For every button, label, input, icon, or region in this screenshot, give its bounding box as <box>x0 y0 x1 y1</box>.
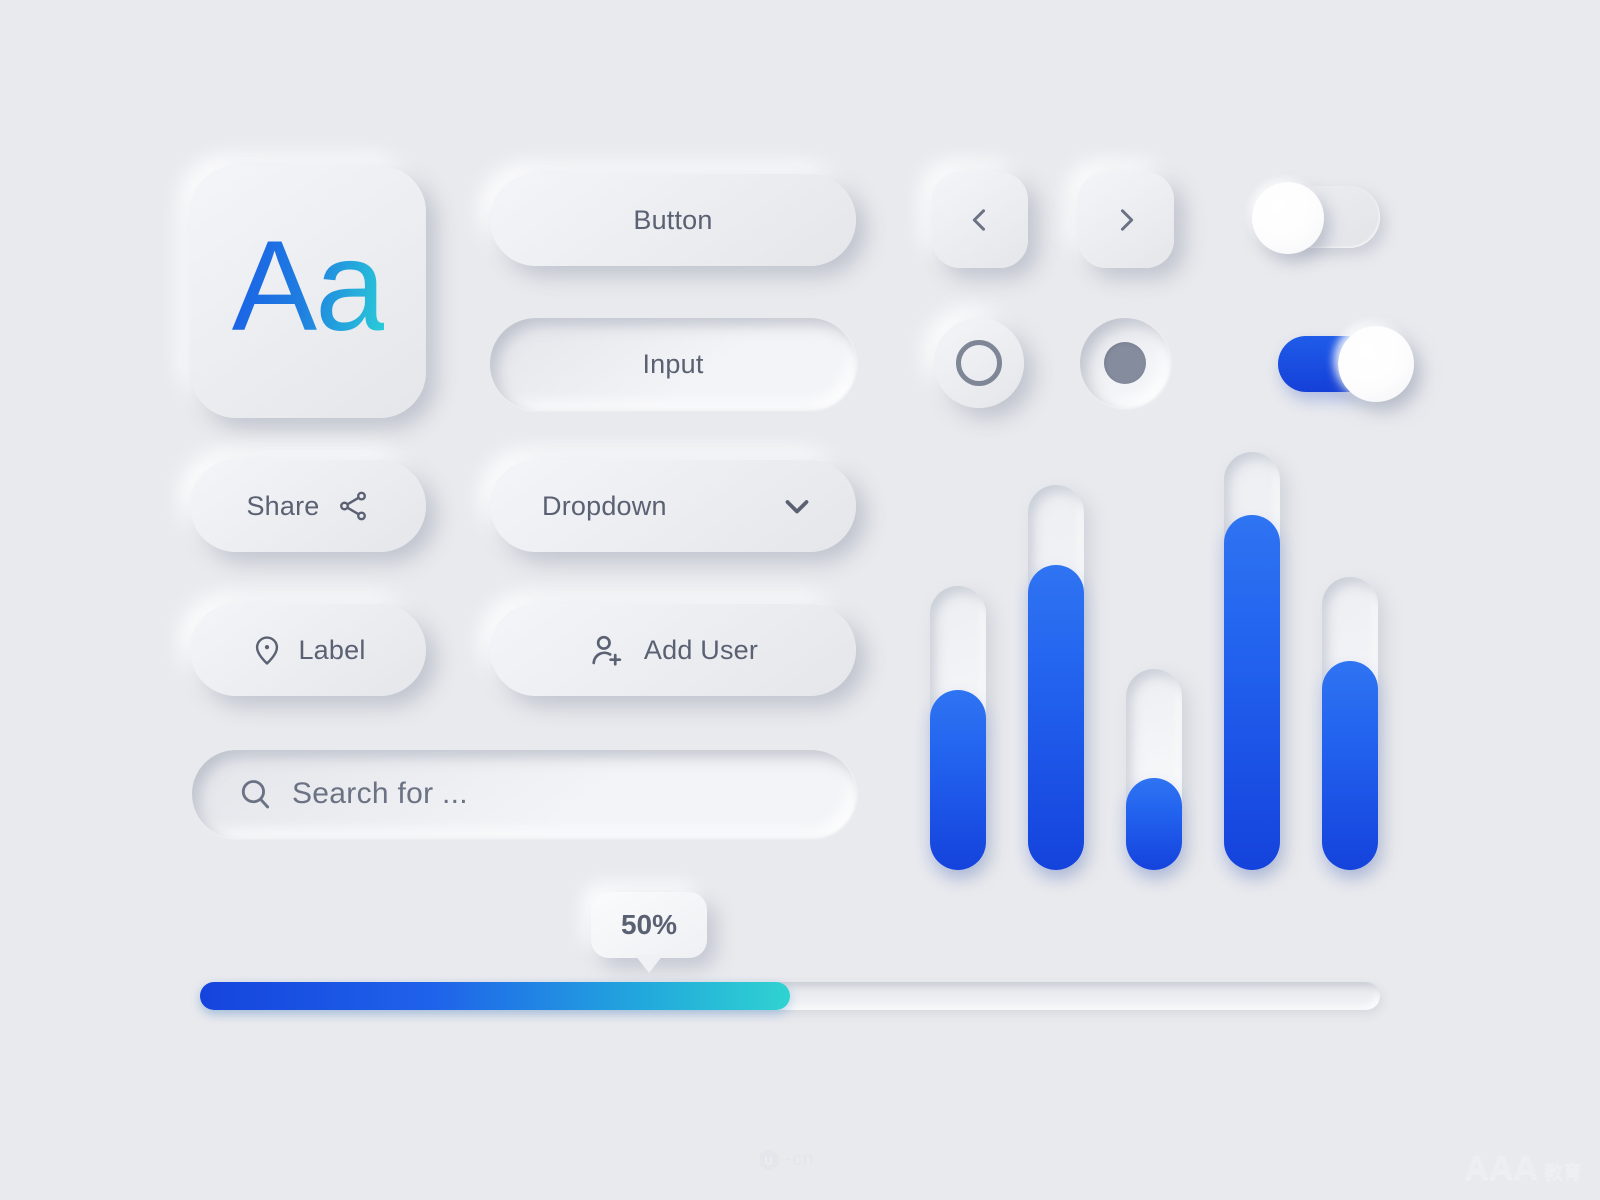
chevron-left-icon <box>963 203 997 237</box>
search-input[interactable]: Search for ... <box>192 750 856 838</box>
bar-chart-bar[interactable] <box>1322 577 1378 870</box>
bar-chart-bar[interactable] <box>1126 669 1182 870</box>
chevron-right-icon <box>1109 203 1143 237</box>
watermark-center-text: -cn <box>785 1149 815 1170</box>
label-button-label: Label <box>298 634 366 665</box>
toggle-knob[interactable] <box>1252 182 1324 254</box>
watermark-center: U -cn <box>758 1148 814 1172</box>
add-user-button-label: Add User <box>643 634 759 665</box>
progress-slider-track[interactable] <box>200 982 1380 1010</box>
bar-chart-bar[interactable] <box>930 585 986 870</box>
toggle-switch-off[interactable] <box>1252 182 1380 254</box>
label-button[interactable]: Label <box>190 604 426 696</box>
share-button[interactable]: Share <box>190 460 426 552</box>
progress-value-label: 50% <box>620 909 678 940</box>
bar-fill <box>1224 514 1280 870</box>
chevron-down-icon[interactable] <box>778 487 816 525</box>
text-input-value: Input <box>642 348 704 379</box>
share-network-icon <box>336 489 370 523</box>
hexagon-logo-icon: U <box>759 1149 779 1171</box>
radio-button-selected[interactable] <box>1080 318 1170 408</box>
magnifier-icon <box>236 775 274 813</box>
primary-button[interactable]: Button <box>490 174 856 266</box>
svg-text:U: U <box>765 1156 774 1168</box>
bar-chart-bar[interactable] <box>1224 452 1280 870</box>
radio-dot-icon <box>1104 342 1146 384</box>
search-input-placeholder: Search for ... <box>292 777 468 810</box>
bar-chart <box>930 440 1400 870</box>
toggle-switch-on[interactable] <box>1252 326 1414 402</box>
share-button-label: Share <box>246 490 320 521</box>
user-plus-icon <box>588 631 626 669</box>
typography-sample-text: Aa <box>232 223 387 361</box>
watermark-corner-text: AAA <box>1464 1149 1538 1187</box>
dropdown-selected-label: Dropdown <box>542 490 667 521</box>
dropdown-select[interactable]: Dropdown <box>490 460 856 552</box>
text-input-field[interactable]: Input <box>490 318 856 410</box>
map-pin-icon <box>250 633 284 667</box>
watermark-corner: AAA 教育 <box>1464 1149 1582 1188</box>
radio-ring-icon <box>956 340 1002 386</box>
nav-prev-button[interactable] <box>932 172 1028 268</box>
typography-tile[interactable]: Aa <box>190 166 426 418</box>
bar-chart-bar[interactable] <box>1028 485 1084 870</box>
bar-fill <box>930 690 986 870</box>
toggle-knob[interactable] <box>1338 326 1414 402</box>
radio-button-unselected[interactable] <box>934 318 1024 408</box>
add-user-button[interactable]: Add User <box>490 604 856 696</box>
ui-kit-canvas: Aa Button Input Share Dropdown Label Add… <box>0 0 1600 1200</box>
progress-tooltip: 50% <box>591 892 707 958</box>
bar-fill <box>1322 661 1378 870</box>
primary-button-label: Button <box>633 204 713 235</box>
nav-next-button[interactable] <box>1078 172 1174 268</box>
watermark-corner-cn: 教育 <box>1543 1162 1582 1183</box>
bar-fill <box>1126 778 1182 870</box>
progress-slider-fill <box>200 982 790 1010</box>
bar-fill <box>1028 564 1084 870</box>
